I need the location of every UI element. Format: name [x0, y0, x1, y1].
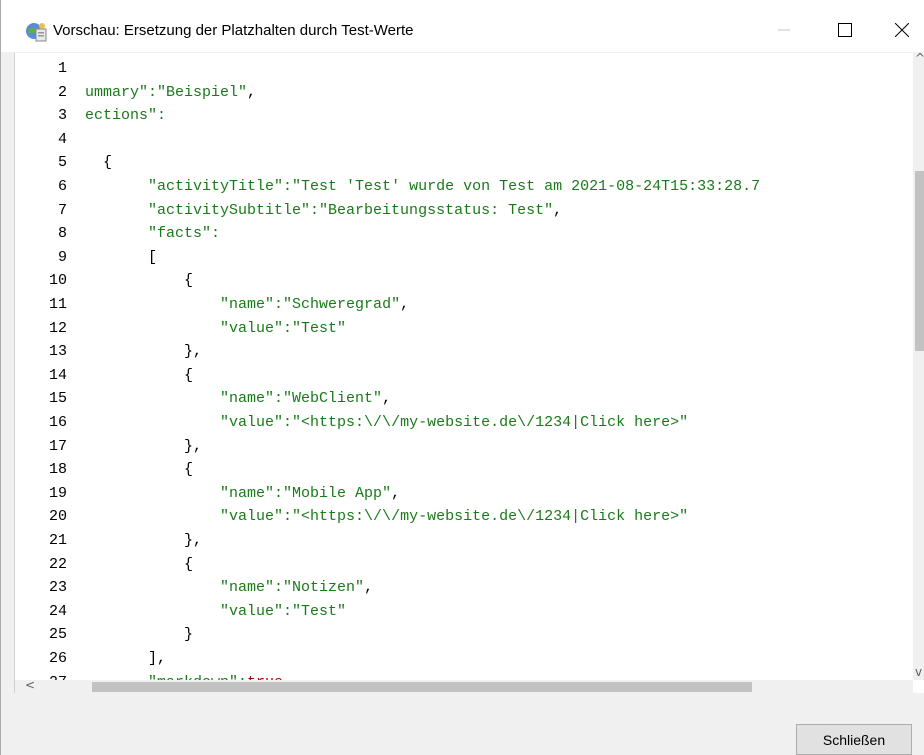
vertical-scrollbar[interactable]: ^ v: [913, 53, 924, 680]
line-number: 23: [48, 579, 67, 597]
code-line: 23 "name":"Notizen",: [15, 576, 913, 600]
line-number: 25: [48, 626, 67, 644]
line-number: 6: [57, 178, 67, 195]
code-line: 6 "activityTitle":"Test 'Test' wurde von…: [15, 175, 913, 199]
line-number: 24: [48, 602, 67, 620]
code-text: "name":"Schweregrad",: [85, 296, 410, 313]
line-number: 7: [57, 201, 67, 219]
line-number: 9: [57, 248, 67, 266]
close-button[interactable]: Schließen: [796, 724, 912, 755]
code-text: "facts":: [85, 225, 221, 243]
line-number: 11: [48, 296, 67, 313]
code-text: ],: [85, 650, 167, 667]
line-number: 20: [48, 508, 67, 526]
line-number: 19: [48, 484, 67, 502]
scroll-up-icon[interactable]: ^: [915, 53, 924, 65]
scroll-left-icon[interactable]: <: [25, 678, 35, 692]
code-line: 10 {: [15, 269, 913, 293]
line-number: 22: [48, 555, 67, 573]
line-number: 8: [57, 225, 67, 243]
line-number: 4: [57, 130, 67, 148]
code-line: 20 "value":"<https:\/\/my-website.de\/12…: [15, 505, 913, 529]
code-line: 18 {: [15, 458, 913, 482]
line-number: 27: [15, 671, 67, 680]
code-line: 17 },: [15, 435, 913, 459]
horizontal-scroll-thumb[interactable]: [92, 682, 752, 692]
close-window-button[interactable]: [879, 10, 924, 50]
code-text: {: [85, 461, 194, 479]
line-number: 26: [48, 650, 67, 667]
code-line: 16 "value":"<https:\/\/my-website.de\/12…: [15, 411, 913, 435]
line-number: 5: [57, 154, 67, 172]
code-text: "markdown":true: [85, 671, 283, 680]
code-text: "value":"Test": [85, 319, 347, 337]
app-globe-icon: [26, 23, 47, 42]
code-line: 9 [: [15, 246, 913, 270]
line-number: 17: [48, 437, 67, 455]
code-line: 2 ummary":"Beispiel",: [15, 81, 913, 105]
code-text: },: [85, 437, 203, 455]
code-line: 5 {: [15, 151, 913, 175]
minimize-icon: [778, 29, 790, 31]
code-line: 21 },: [15, 529, 913, 553]
code-line: 27 "markdown":true: [15, 671, 913, 680]
window-title: Vorschau: Ersetzung der Platzhalten durc…: [53, 22, 414, 39]
line-number: 2: [57, 83, 67, 101]
line-number: 3: [57, 107, 67, 125]
code-editor[interactable]: 1 2 ummary":"Beispiel", 3 ections": 4 5 {6 "ac…: [14, 53, 924, 693]
code-line: 15 "name":"WebClient",: [15, 387, 913, 411]
code-text: "name":"Mobile App",: [85, 484, 401, 502]
line-number: 15: [48, 390, 67, 408]
preview-window: Vorschau: Ersetzung der Platzhalten durc…: [0, 0, 924, 755]
close-icon: [895, 23, 909, 37]
line-number: 12: [48, 319, 67, 337]
code-text: }: [85, 626, 194, 644]
code-line: 8 "facts":: [15, 222, 913, 246]
maximize-button[interactable]: [822, 10, 868, 50]
title-bar[interactable]: Vorschau: Ersetzung der Platzhalten durc…: [1, 0, 924, 52]
code-line: 13 },: [15, 340, 913, 364]
code-text: [: [85, 248, 158, 266]
code-line: 24 "value":"Test": [15, 600, 913, 624]
code-text: {: [85, 154, 113, 172]
code-text: ummary":"Beispiel",: [85, 83, 257, 101]
code-text: "value":"Test": [85, 602, 347, 620]
code-text: },: [85, 343, 203, 361]
vertical-scroll-thumb[interactable]: [915, 171, 924, 351]
line-number: 21: [48, 532, 67, 549]
line-number: 13: [48, 343, 67, 361]
code-line: 22 {: [15, 553, 913, 577]
code-line: 25 }: [15, 623, 913, 647]
code-line: 7 "activitySubtitle":"Bearbeitungsstatus…: [15, 199, 913, 223]
code-text: {: [85, 272, 194, 290]
scroll-down-icon[interactable]: v: [915, 665, 922, 679]
code-text: "activitySubtitle":"Bearbeitungsstatus: …: [85, 201, 563, 219]
code-text: ections":: [85, 107, 167, 125]
code-text: "name":"WebClient",: [85, 390, 392, 408]
code-lines: 1 2 ummary":"Beispiel", 3 ections": 4 5 {6 "ac…: [15, 53, 913, 680]
code-text: "value":"<https:\/\/my-website.de\/1234|…: [85, 414, 689, 431]
line-number: 18: [48, 461, 67, 479]
code-text: "value":"<https:\/\/my-website.de\/1234|…: [85, 508, 689, 526]
code-line: 19 "name":"Mobile App",: [15, 482, 913, 506]
maximize-icon: [838, 23, 852, 37]
code-text: },: [85, 532, 203, 549]
line-number: 14: [48, 366, 67, 384]
code-line: 3 ections":: [15, 104, 913, 128]
code-text: {: [85, 366, 194, 384]
code-text: "activityTitle":"Test 'Test' wurde von T…: [85, 178, 761, 195]
code-line: 4: [15, 128, 913, 152]
code-text: {: [85, 555, 194, 573]
code-line: 14 {: [15, 364, 913, 388]
code-text: "name":"Notizen",: [85, 579, 374, 597]
code-line: 12 "value":"Test": [15, 317, 913, 341]
line-number: 16: [48, 414, 67, 431]
code-line: 26 ],: [15, 647, 913, 671]
code-line: 11 "name":"Schweregrad",: [15, 293, 913, 317]
line-number: 10: [48, 272, 67, 290]
minimize-button[interactable]: [761, 10, 807, 50]
code-line: 1: [15, 57, 913, 81]
horizontal-scrollbar[interactable]: <: [15, 678, 913, 693]
line-number: 1: [57, 60, 67, 77]
